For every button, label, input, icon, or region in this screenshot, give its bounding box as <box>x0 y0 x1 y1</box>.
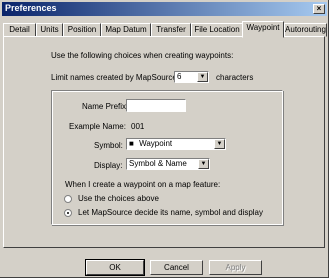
limit-suffix: characters <box>216 73 254 82</box>
chevron-down-icon[interactable]: ▼ <box>197 72 208 82</box>
tab-detail[interactable]: Detail <box>3 23 36 37</box>
tab-waypoint[interactable]: Waypoint <box>242 21 284 38</box>
example-name-value: 001 <box>131 122 145 131</box>
limit-select[interactable]: 6 ▼ <box>174 71 209 83</box>
apply-button[interactable]: Apply <box>209 260 262 275</box>
cancel-button[interactable]: Cancel <box>150 260 203 275</box>
tab-file-location[interactable]: File Location <box>191 23 243 37</box>
name-prefix-input[interactable] <box>126 99 186 112</box>
preferences-dialog: Preferences × Detail Units Position Map … <box>0 0 329 278</box>
tab-transfer[interactable]: Transfer <box>151 23 191 37</box>
radio-let-mapsource-decide[interactable] <box>64 209 72 217</box>
map-feature-heading: When I create a waypoint on a map featur… <box>65 180 221 189</box>
example-name-label: Example Name: <box>69 122 126 131</box>
symbol-label: Symbol: <box>94 141 123 150</box>
display-value: Symbol & Name <box>129 159 187 168</box>
chevron-down-icon[interactable]: ▼ <box>198 159 209 169</box>
radio-use-choices-label[interactable]: Use the choices above <box>78 194 159 203</box>
tab-autorouting[interactable]: Autorouting <box>284 23 327 37</box>
close-button[interactable]: × <box>313 4 325 14</box>
tab-map-datum[interactable]: Map Datum <box>101 23 151 37</box>
tab-position[interactable]: Position <box>63 23 101 37</box>
waypoint-options-group: Name Prefix: Example Name: 001 Symbol: ■… <box>51 90 283 225</box>
radio-let-mapsource-decide-label[interactable]: Let MapSource decide its name, symbol an… <box>78 208 263 217</box>
waypoint-symbol-icon: ■ <box>129 139 134 148</box>
limit-value: 6 <box>177 72 182 81</box>
symbol-value: Waypoint <box>139 139 173 148</box>
chevron-down-icon[interactable]: ▼ <box>214 139 225 149</box>
radio-use-choices[interactable] <box>64 195 72 203</box>
waypoint-panel: Use the following choices when creating … <box>3 36 325 248</box>
tab-units[interactable]: Units <box>36 23 63 37</box>
intro-text: Use the following choices when creating … <box>51 51 234 60</box>
display-select[interactable]: Symbol & Name ▼ <box>126 158 210 170</box>
symbol-select[interactable]: ■ Waypoint ▼ <box>126 138 226 150</box>
ok-button[interactable]: OK <box>85 259 145 276</box>
title-bar: Preferences × <box>2 2 327 16</box>
display-label: Display: <box>94 161 123 170</box>
window-title: Preferences <box>5 3 57 13</box>
limit-label: Limit names created by MapSource to <box>51 73 186 82</box>
name-prefix-label: Name Prefix: <box>82 102 129 111</box>
